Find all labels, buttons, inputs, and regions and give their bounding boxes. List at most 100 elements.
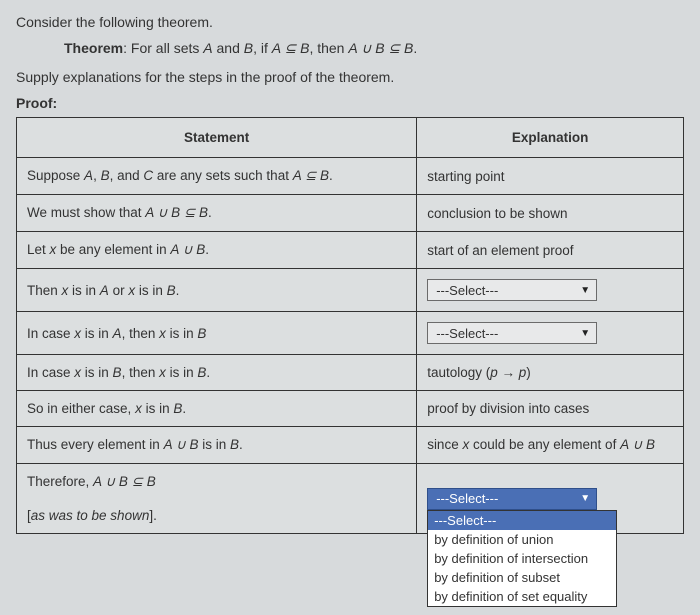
stmt-cell: Suppose A, B, and C are any sets such th… xyxy=(17,158,417,195)
text: In case xyxy=(27,365,74,380)
text: as was to be shown xyxy=(31,508,150,523)
expl-cell: ---Select--- ▼ xyxy=(417,269,684,312)
text: ]. xyxy=(149,508,157,523)
var-x: x xyxy=(135,401,142,416)
supply-text: Supply explanations for the steps in the… xyxy=(16,69,684,85)
text: . xyxy=(205,242,209,257)
select-menu: ---Select--- by definition of union by d… xyxy=(427,510,617,607)
text: ) xyxy=(526,365,531,380)
expr: A ∪ B xyxy=(164,437,199,452)
text: or xyxy=(109,283,129,298)
theorem-cond: , if xyxy=(253,40,272,56)
expl-cell: start of an element proof xyxy=(417,232,684,269)
select-value: ---Select--- xyxy=(436,326,498,341)
table-row: In case x is in B, then x is in B. tauto… xyxy=(17,355,684,391)
expr: A ∪ B xyxy=(170,242,205,257)
var-B: B xyxy=(197,326,206,341)
var-B: B xyxy=(173,401,182,416)
theorem-period: . xyxy=(413,40,417,56)
var-C: C xyxy=(143,168,153,183)
explanation-select-row4[interactable]: ---Select--- ▼ xyxy=(427,279,597,301)
theorem-and: and xyxy=(213,40,244,56)
table-row: Suppose A, B, and C are any sets such th… xyxy=(17,158,684,195)
text: is in xyxy=(166,326,198,341)
var-B: B xyxy=(167,283,176,298)
text: tautology ( xyxy=(427,365,490,380)
expl-cell: ---Select--- ▼ ---Select--- by definitio… xyxy=(417,464,684,534)
text: Let xyxy=(27,242,50,257)
expl-cell: conclusion to be shown xyxy=(417,195,684,232)
stmt-cell: Let x be any element in A ∪ B. xyxy=(17,232,417,269)
text: is in xyxy=(81,365,113,380)
proof-label: Proof: xyxy=(16,95,684,111)
stmt-cell: Therefore, A ∪ B ⊆ B [as was to be shown… xyxy=(17,464,417,534)
text: . xyxy=(182,401,186,416)
theorem-A: A xyxy=(203,40,212,56)
text: is in xyxy=(198,437,230,452)
theorem-B: B xyxy=(244,40,253,56)
var-B: B xyxy=(230,437,239,452)
text: We must show that xyxy=(27,205,145,220)
stmt-cell: So in either case, x is in B. xyxy=(17,391,417,427)
var-A: A xyxy=(100,283,109,298)
select-option[interactable]: by definition of subset xyxy=(428,568,616,587)
text: Thus every element in xyxy=(27,437,164,452)
text: → xyxy=(498,365,519,380)
select-option[interactable]: ---Select--- xyxy=(428,511,616,530)
theorem-text-1: : For all sets xyxy=(123,40,203,56)
explanation-select-row5[interactable]: ---Select--- ▼ xyxy=(427,322,597,344)
text: , and xyxy=(110,168,144,183)
chevron-down-icon: ▼ xyxy=(580,285,590,296)
text: is in xyxy=(166,365,198,380)
expr: A ⊆ B xyxy=(293,168,329,183)
chevron-down-icon: ▼ xyxy=(580,328,590,339)
theorem-line: Theorem: For all sets A and B, if A ⊆ B,… xyxy=(64,40,684,57)
text: since xyxy=(427,437,462,452)
text: is in xyxy=(135,283,167,298)
table-row: Then x is in A or x is in B. ---Select--… xyxy=(17,269,684,312)
table-header-row: Statement Explanation xyxy=(17,118,684,158)
text: Suppose xyxy=(27,168,84,183)
text: be any element in xyxy=(56,242,170,257)
table-row: Let x be any element in A ∪ B. start of … xyxy=(17,232,684,269)
select-option[interactable]: by definition of union xyxy=(428,530,616,549)
intro-text: Consider the following theorem. xyxy=(16,14,684,30)
expl-cell: ---Select--- ▼ xyxy=(417,312,684,355)
var-x: x xyxy=(159,365,166,380)
table-row: Therefore, A ∪ B ⊆ B [as was to be shown… xyxy=(17,464,684,534)
text: Then xyxy=(27,283,62,298)
text: is in xyxy=(81,326,113,341)
text: . xyxy=(329,168,333,183)
expr: A ∪ B xyxy=(620,437,655,452)
select-option[interactable]: by definition of set equality xyxy=(428,587,616,606)
select-option[interactable]: by definition of intersection xyxy=(428,549,616,568)
expl-cell: proof by division into cases xyxy=(417,391,684,427)
select-value: ---Select--- xyxy=(436,283,498,298)
var-x: x xyxy=(159,326,166,341)
text: . xyxy=(206,365,210,380)
theorem-AuBsubB: A ∪ B ⊆ B xyxy=(348,40,413,56)
stmt-cell: In case x is in A, then x is in B xyxy=(17,312,417,355)
var-p: p xyxy=(490,365,498,380)
text: , then xyxy=(122,326,160,341)
table-row: We must show that A ∪ B ⊆ B. conclusion … xyxy=(17,195,684,232)
table-row: Thus every element in A ∪ B is in B. sin… xyxy=(17,427,684,464)
proof-table: Statement Explanation Suppose A, B, and … xyxy=(16,117,684,534)
explanation-select-row9[interactable]: ---Select--- ▼ xyxy=(427,488,597,510)
text: Therefore, xyxy=(27,474,93,489)
select-value: ---Select--- xyxy=(436,491,498,506)
var-A: A xyxy=(113,326,122,341)
text: are any sets such that xyxy=(153,168,293,183)
expl-cell: starting point xyxy=(417,158,684,195)
table-row: So in either case, x is in B. proof by d… xyxy=(17,391,684,427)
theorem-then: , then xyxy=(309,40,348,56)
var-B: B xyxy=(101,168,110,183)
stmt-cell: We must show that A ∪ B ⊆ B. xyxy=(17,195,417,232)
text: could be any element of xyxy=(469,437,620,452)
table-row: In case x is in A, then x is in B ---Sel… xyxy=(17,312,684,355)
stmt-cell: In case x is in B, then x is in B. xyxy=(17,355,417,391)
text: , xyxy=(93,168,101,183)
stmt-cell: Then x is in A or x is in B. xyxy=(17,269,417,312)
dropdown-open-wrap: ---Select--- ▼ ---Select--- by definitio… xyxy=(427,488,597,510)
expr: A ∪ B ⊆ B xyxy=(145,205,208,220)
